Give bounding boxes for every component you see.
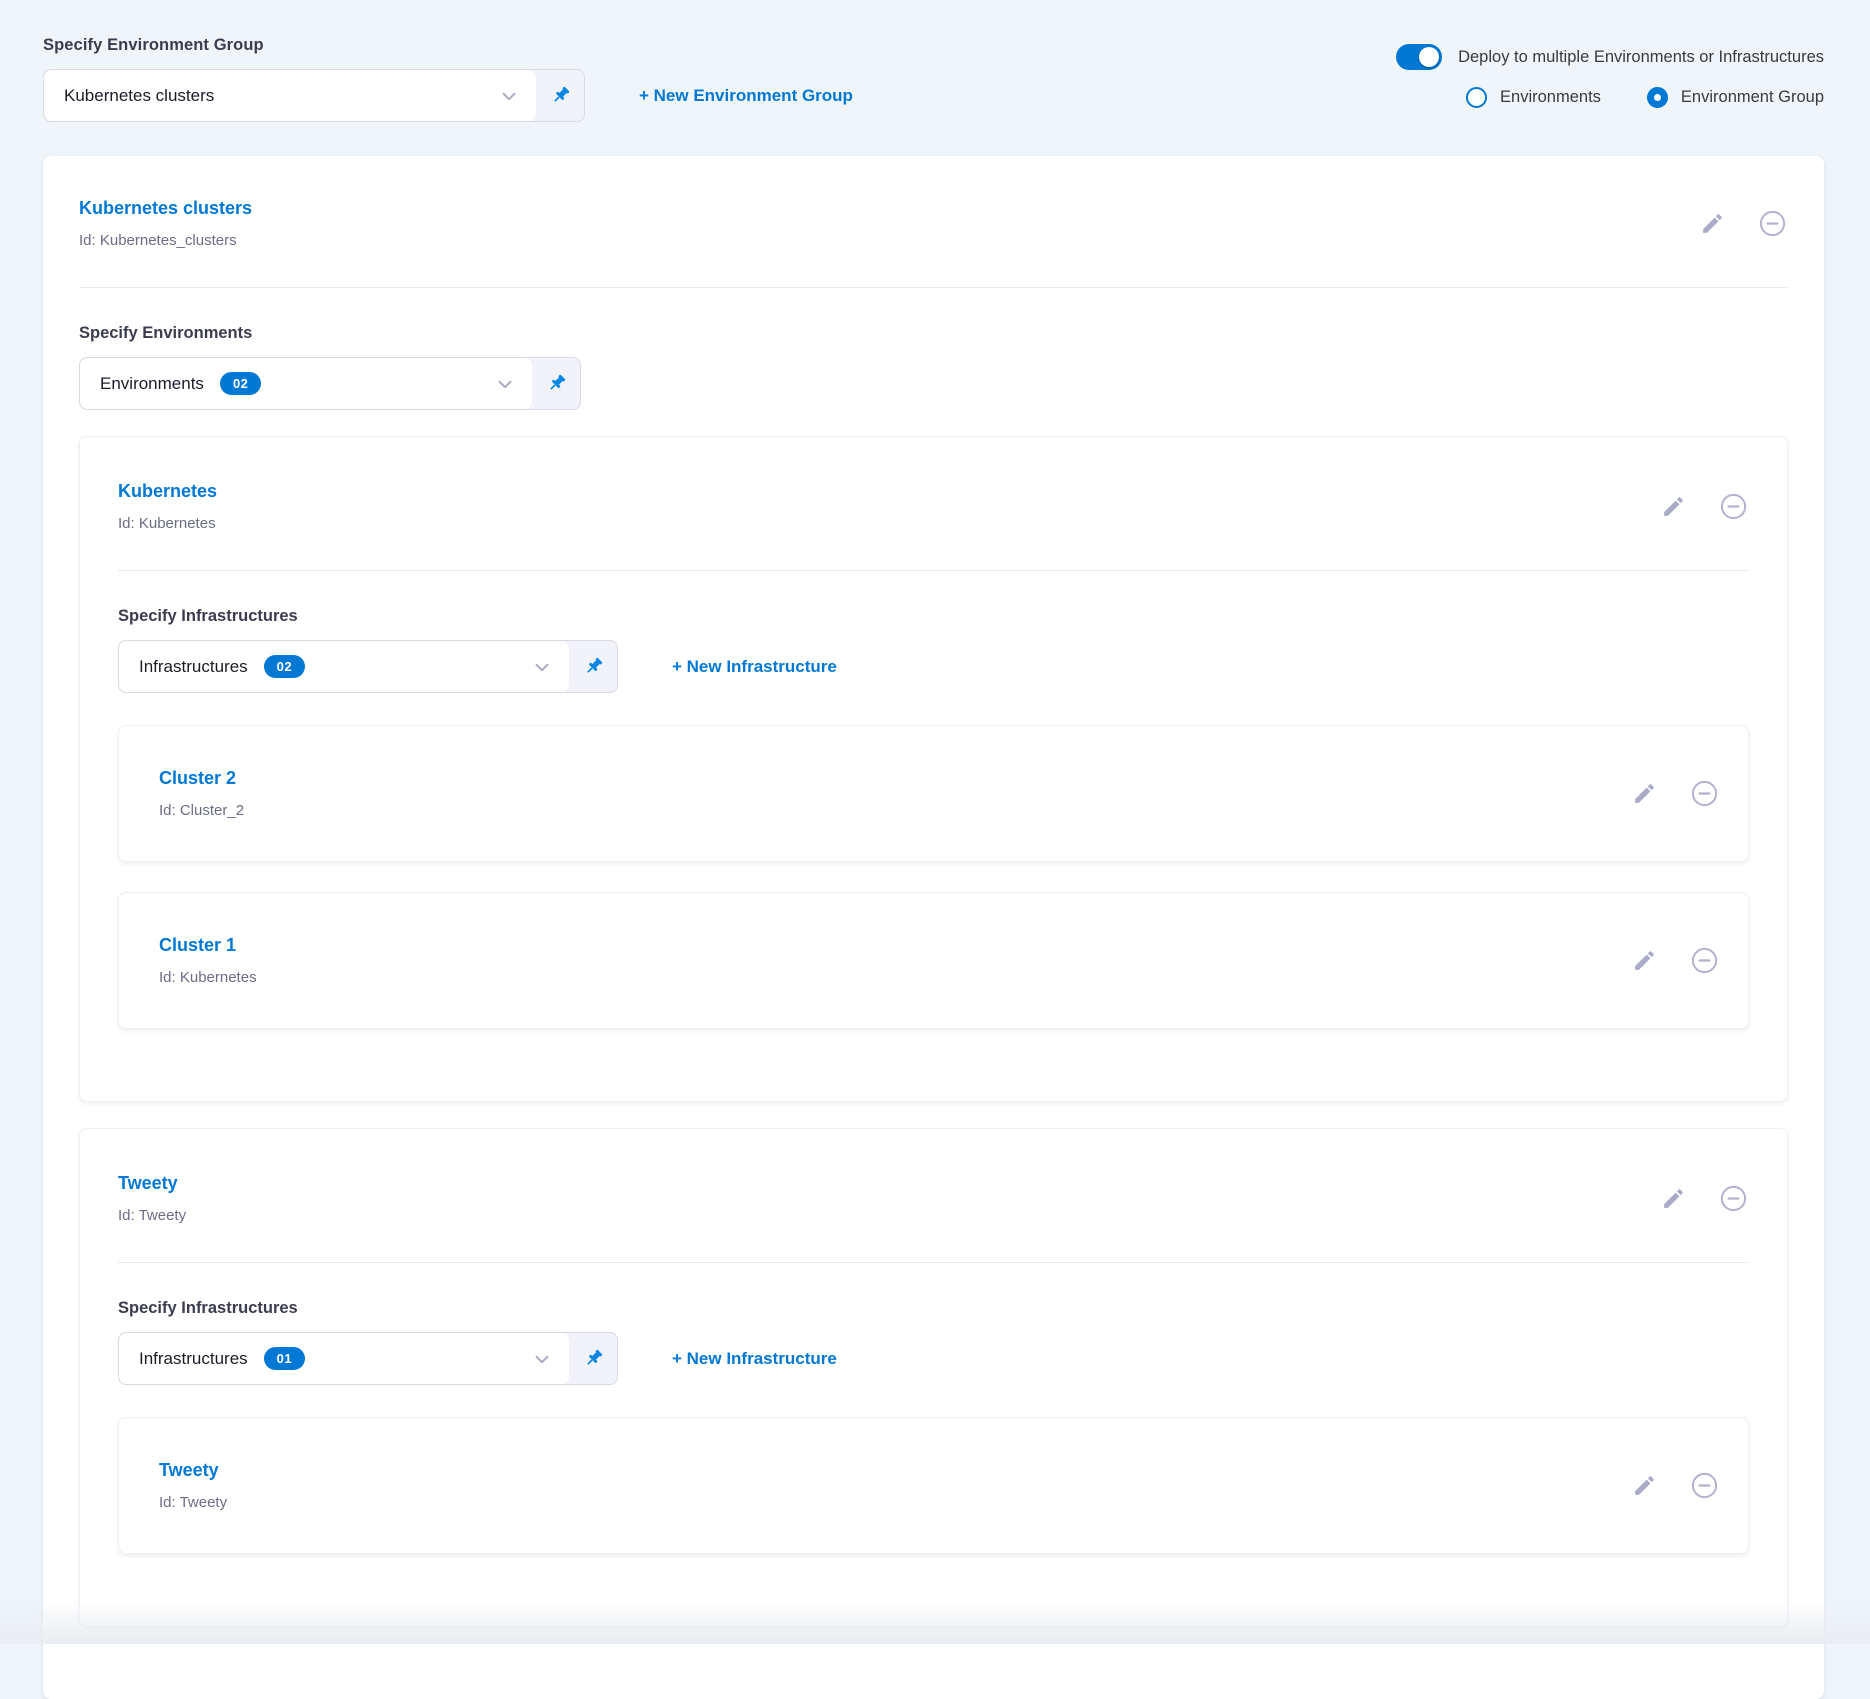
divider [118, 1262, 1749, 1263]
environment-group-dropdown-value: Kubernetes clusters [64, 86, 214, 106]
pin-icon [582, 655, 605, 678]
toggle-knob [1419, 47, 1439, 67]
pin-icon [549, 84, 572, 107]
radio-environment-group[interactable]: Environment Group [1647, 87, 1824, 108]
specify-infrastructures-label: Specify Infrastructures [118, 607, 1749, 626]
environment-title-link[interactable]: Kubernetes [118, 481, 217, 502]
edit-icon[interactable] [1700, 211, 1725, 236]
pin-icon [545, 372, 568, 395]
pin-button[interactable] [532, 358, 580, 409]
environment-group-id: Id: Kubernetes_clusters [79, 232, 252, 249]
environments-dropdown-value: Environments [100, 374, 204, 394]
deploy-options: Deploy to multiple Environments or Infra… [1396, 44, 1824, 122]
environment-header: Kubernetes Id: Kubernetes [118, 481, 1749, 532]
edit-icon[interactable] [1632, 948, 1657, 973]
radio-unselected-icon [1466, 87, 1487, 108]
pin-button[interactable] [536, 70, 584, 121]
infrastructure-id: Id: Kubernetes [159, 969, 257, 986]
infrastructures-count-badge: 02 [264, 655, 305, 678]
remove-icon[interactable] [1689, 1470, 1720, 1501]
infrastructures-dropdown-field[interactable]: Infrastructures 01 [119, 1333, 569, 1384]
infrastructures-dropdown-value: Infrastructures [139, 657, 248, 677]
infrastructures-dropdown-value: Infrastructures [139, 1349, 248, 1369]
environment-group-card: Kubernetes clusters Id: Kubernetes_clust… [43, 156, 1824, 1699]
environment-group-header: Kubernetes clusters Id: Kubernetes_clust… [79, 198, 1788, 249]
pin-button[interactable] [569, 641, 617, 692]
remove-icon[interactable] [1689, 945, 1720, 976]
chevron-down-icon [494, 373, 516, 395]
pin-button[interactable] [569, 1333, 617, 1384]
environment-id: Id: Kubernetes [118, 515, 217, 532]
edit-icon[interactable] [1661, 494, 1686, 519]
specify-infrastructures-label: Specify Infrastructures [118, 1299, 1749, 1318]
edit-icon[interactable] [1632, 781, 1657, 806]
environment-group-title-link[interactable]: Kubernetes clusters [79, 198, 252, 219]
divider [118, 570, 1749, 571]
new-environment-group-button[interactable]: + New Environment Group [639, 86, 853, 106]
remove-icon[interactable] [1718, 1183, 1749, 1214]
edit-icon[interactable] [1661, 1186, 1686, 1211]
infrastructure-card: Tweety Id: Tweety [118, 1417, 1749, 1554]
radio-environments[interactable]: Environments [1466, 87, 1601, 108]
environments-dropdown[interactable]: Environments 02 [79, 357, 581, 410]
environment-id: Id: Tweety [118, 1207, 186, 1224]
environments-dropdown-field[interactable]: Environments 02 [80, 358, 532, 409]
remove-icon[interactable] [1757, 208, 1788, 239]
environment-group-dropdown[interactable]: Kubernetes clusters [43, 69, 585, 122]
infrastructures-dropdown[interactable]: Infrastructures 02 [118, 640, 618, 693]
infrastructure-id: Id: Cluster_2 [159, 802, 244, 819]
environment-group-dropdown-field[interactable]: Kubernetes clusters [44, 70, 536, 121]
remove-icon[interactable] [1689, 778, 1720, 809]
environment-card: Kubernetes Id: Kubernetes Specify Infras… [79, 436, 1788, 1102]
remove-icon[interactable] [1718, 491, 1749, 522]
chevron-down-icon [531, 656, 553, 678]
environment-header: Tweety Id: Tweety [118, 1173, 1749, 1224]
infrastructure-id: Id: Tweety [159, 1494, 227, 1511]
environment-group-selector: Specify Environment Group Kubernetes clu… [43, 36, 853, 122]
environment-group-label: Specify Environment Group [43, 36, 853, 55]
specify-environments-label: Specify Environments [79, 324, 1788, 343]
infrastructure-title-link[interactable]: Cluster 1 [159, 935, 236, 956]
environments-count-badge: 02 [220, 372, 261, 395]
infrastructure-card: Cluster 1 Id: Kubernetes [118, 892, 1749, 1029]
edit-icon[interactable] [1632, 1473, 1657, 1498]
infrastructures-dropdown[interactable]: Infrastructures 01 [118, 1332, 618, 1385]
chevron-down-icon [498, 85, 520, 107]
infrastructures-count-badge: 01 [264, 1347, 305, 1370]
infrastructures-dropdown-field[interactable]: Infrastructures 02 [119, 641, 569, 692]
pin-icon [582, 1347, 605, 1370]
chevron-down-icon [531, 1348, 553, 1370]
environment-card: Tweety Id: Tweety Specify Infrastructure… [79, 1128, 1788, 1627]
infrastructure-title-link[interactable]: Tweety [159, 1460, 219, 1481]
new-infrastructure-button[interactable]: + New Infrastructure [672, 1349, 837, 1369]
new-infrastructure-button[interactable]: + New Infrastructure [672, 657, 837, 677]
radio-environments-label: Environments [1500, 88, 1601, 107]
radio-environment-group-label: Environment Group [1681, 88, 1824, 107]
infrastructure-card: Cluster 2 Id: Cluster_2 [118, 725, 1749, 862]
infrastructure-title-link[interactable]: Cluster 2 [159, 768, 236, 789]
deploy-multiple-toggle[interactable] [1396, 44, 1442, 70]
deploy-multiple-label: Deploy to multiple Environments or Infra… [1458, 48, 1824, 67]
divider [79, 287, 1788, 288]
top-bar: Specify Environment Group Kubernetes clu… [0, 0, 1870, 122]
radio-selected-icon [1647, 87, 1668, 108]
environment-title-link[interactable]: Tweety [118, 1173, 178, 1194]
